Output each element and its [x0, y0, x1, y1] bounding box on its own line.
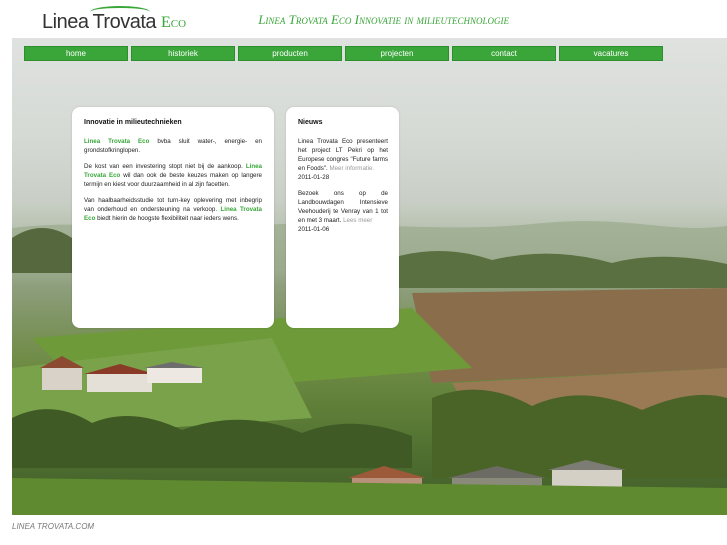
- intro-title: Innovatie in milieutechnieken: [84, 119, 182, 126]
- news-date: 2011-01-06: [298, 226, 330, 233]
- news-more-link[interactable]: Meer informatie.: [329, 165, 374, 172]
- intro-text: De kost van een investering stopt niet b…: [84, 163, 246, 170]
- news-item-1: Linea Trovata Eco presenteert het projec…: [298, 137, 388, 182]
- nav-projecten[interactable]: projecten: [345, 46, 449, 61]
- logo-linea: Linea: [42, 11, 89, 33]
- intro-body: Linea Trovata Eco bvba sluit water-, ene…: [84, 137, 262, 230]
- logo-swoosh-icon: [90, 6, 151, 18]
- news-date: 2011-01-28: [298, 174, 330, 181]
- logo[interactable]: Linea Trovata Eco: [42, 6, 187, 33]
- intro-paragraph-1: Linea Trovata Eco bvba sluit water-, ene…: [84, 137, 262, 155]
- news-item-2: Bezoek ons op de Landbouwdagen Intensiev…: [298, 189, 388, 234]
- nav-vacatures[interactable]: vacatures: [559, 46, 663, 61]
- news-panel: Nieuws Linea Trovata Eco presenteert het…: [286, 107, 399, 328]
- intro-panel: Innovatie in milieutechnieken Linea Trov…: [72, 107, 274, 328]
- intro-text: biedt hierin de hoogste flexibiliteit na…: [95, 215, 239, 222]
- news-title: Nieuws: [298, 119, 323, 126]
- news-body: Linea Trovata Eco presenteert het projec…: [298, 137, 388, 241]
- intro-paragraph-2: De kost van een investering stopt niet b…: [84, 162, 262, 189]
- header: Linea Trovata Eco Linea Trovata Eco Inno…: [40, 0, 517, 38]
- brand-name: Linea Trovata Eco: [84, 138, 150, 145]
- logo-trovata: Trovata: [90, 6, 156, 32]
- main-nav: home historiek producten projecten conta…: [24, 46, 664, 61]
- news-more-link[interactable]: Lees meer: [343, 217, 372, 224]
- nav-contact[interactable]: contact: [452, 46, 556, 61]
- intro-paragraph-3: Van haalbaarheidsstudie tot turn-key opl…: [84, 196, 262, 223]
- footer-site-name: LINEA TROVATA.COM: [12, 522, 95, 531]
- nav-home[interactable]: home: [24, 46, 128, 61]
- tagline: Linea Trovata Eco Innovatie in milieutec…: [258, 12, 509, 27]
- nav-producten[interactable]: producten: [238, 46, 342, 61]
- logo-eco: Eco: [161, 14, 187, 31]
- nav-historiek[interactable]: historiek: [131, 46, 235, 61]
